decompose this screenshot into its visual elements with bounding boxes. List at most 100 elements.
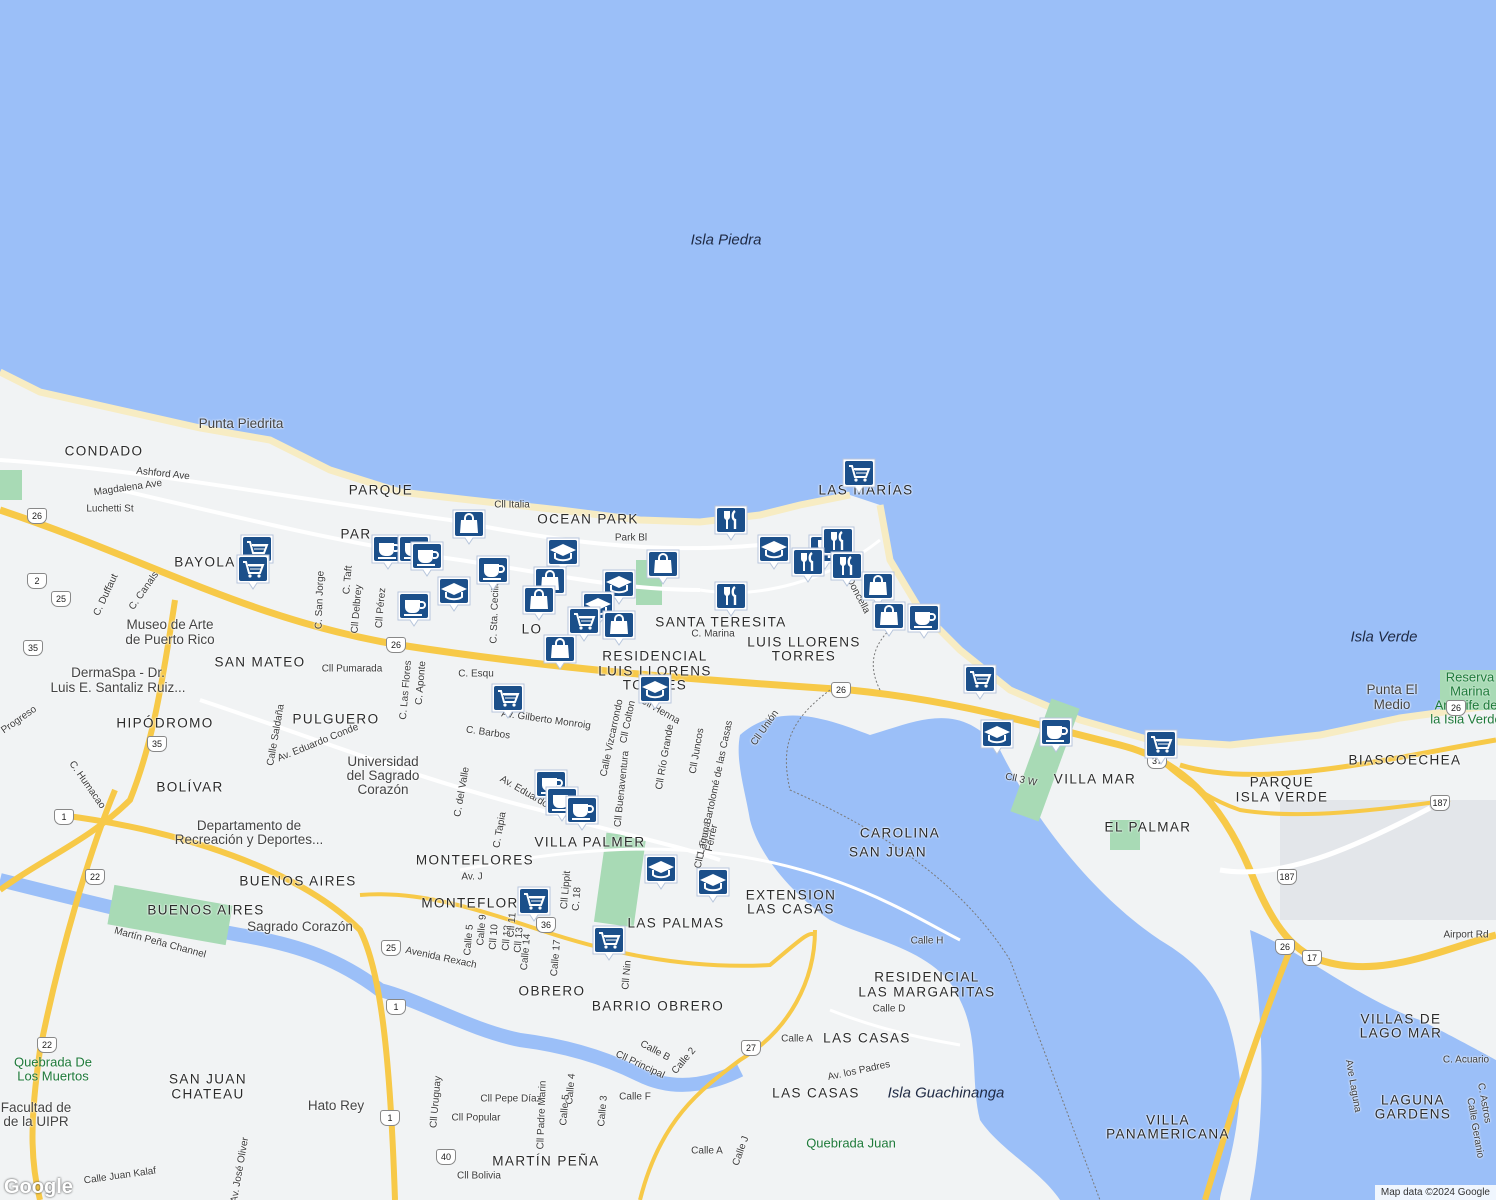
water-label: Isla Guachinanga (887, 1084, 1005, 1102)
highway-shield: 17 (1302, 950, 1322, 966)
cart-icon[interactable] (515, 885, 553, 923)
water-label: Isla Piedra (690, 231, 762, 249)
highway-shield: 187 (1430, 795, 1450, 811)
street-label: Park Bl (614, 532, 648, 544)
neighborhood-label: LO (521, 621, 543, 637)
bag-icon[interactable] (870, 600, 908, 638)
place-label: Recreación y Deportes... (174, 832, 324, 847)
bag-icon[interactable] (600, 609, 638, 647)
coffee-icon[interactable] (395, 590, 433, 628)
highway-shield: 1 (54, 809, 74, 825)
bag-icon[interactable] (644, 548, 682, 586)
place-label: de la UIPR (3, 1114, 69, 1129)
highway-shield: 26 (386, 637, 406, 653)
highway-shield: 26 (1275, 939, 1295, 955)
coffee-icon[interactable] (474, 554, 512, 592)
bag-icon[interactable] (450, 508, 488, 546)
highway-shield: 27 (741, 1040, 761, 1056)
highway-shield: 22 (37, 1037, 57, 1053)
park (0, 470, 22, 500)
fork-knife-icon[interactable] (712, 504, 750, 542)
highway-shield: 187 (1277, 869, 1297, 885)
neighborhood-label: VILLAS DE (1360, 1011, 1442, 1027)
street-label: Cll Pumarada (321, 663, 383, 675)
street-label: Calle A (691, 1145, 723, 1157)
neighborhood-label: TORRES (771, 648, 837, 664)
street-label: Cll Bolivia (457, 1170, 501, 1182)
street-label: C. Acuario (1442, 1054, 1490, 1066)
graduation-cap-icon[interactable] (636, 673, 674, 711)
park-label: Quebrada De (13, 1054, 93, 1070)
fork-knife-icon[interactable] (789, 546, 827, 584)
cart-icon[interactable] (961, 663, 999, 701)
place-label: DermaSpa - Dr. (71, 665, 165, 680)
neighborhood-label: LAS CASAS (823, 1030, 911, 1046)
coffee-icon[interactable] (563, 794, 601, 832)
highway-shield: 26 (27, 508, 47, 524)
street-label: Luchetti St (86, 503, 134, 515)
place-label: Medio (1373, 697, 1411, 712)
neighborhood-label: BIASCOECHEA (1348, 752, 1462, 768)
neighborhood-label: LAGO MAR (1359, 1025, 1443, 1041)
graduation-cap-icon[interactable] (435, 575, 473, 613)
bag-icon[interactable] (541, 633, 579, 671)
cart-icon[interactable] (1142, 728, 1180, 766)
highway-shield: 35 (23, 640, 43, 656)
highway-shield: 25 (51, 591, 71, 607)
neighborhood-label: BOLÍVAR (156, 779, 224, 795)
neighborhood-label: HIPÓDROMO (116, 715, 214, 731)
neighborhood-label: RESIDENCIAL (874, 969, 980, 985)
graduation-cap-icon[interactable] (978, 718, 1016, 756)
cart-icon[interactable] (489, 682, 527, 720)
highway-shield: 35 (147, 736, 167, 752)
graduation-cap-icon[interactable] (642, 853, 680, 891)
neighborhood-label: LUIS LLORENS (747, 634, 861, 650)
neighborhood-label: PULGUERO (292, 711, 380, 727)
google-logo: Google (4, 1176, 73, 1198)
street-label: C. Esqu (458, 668, 494, 680)
cart-icon[interactable] (590, 924, 628, 962)
fork-knife-icon[interactable] (712, 580, 750, 618)
map-canvas[interactable]: Isla Piedra Isla Verde Isla Guachinanga CON… (0, 0, 1496, 1200)
map-attribution[interactable]: Map data ©2024 Google (1374, 1185, 1496, 1200)
water-label: Isla Verde (1350, 628, 1418, 646)
neighborhood-label: SAN MATEO (214, 654, 306, 670)
neighborhood-label: PARQUE (348, 482, 414, 498)
neighborhood-label: PANAMERICANA (1106, 1126, 1230, 1142)
street-label: Calle H (910, 935, 944, 947)
street-label: Calle D (872, 1003, 906, 1015)
neighborhood-label: ISLA VERDE (1235, 789, 1329, 805)
neighborhood-label: LAS MARGARITAS (858, 984, 996, 1000)
park-label: Marina (1450, 683, 1490, 699)
place-label: Corazón (357, 782, 409, 797)
boundary-label: SAN JUAN (849, 844, 927, 860)
neighborhood-label: SAN JUAN (169, 1071, 247, 1087)
neighborhood-label: PAR (340, 526, 372, 542)
boundary-label: CAROLINA (859, 825, 941, 841)
neighborhood-label: EXTENSION (745, 887, 837, 903)
coffee-icon[interactable] (1037, 716, 1075, 754)
neighborhood-label: BUENOS AIRES (239, 873, 357, 889)
neighborhood-label: LAGUNA (1381, 1092, 1445, 1108)
neighborhood-label: BUENOS AIRES (147, 902, 265, 918)
place-label: de Puerto Rico (125, 632, 215, 647)
street-label: Cll Italia (494, 499, 530, 511)
neighborhood-label: CHATEAU (171, 1086, 245, 1102)
coffee-icon[interactable] (408, 540, 446, 578)
park-label: Quebrada Juan (806, 1135, 896, 1151)
place-label: Punta El (1366, 682, 1418, 697)
cart-icon[interactable] (234, 553, 272, 591)
cart-icon[interactable] (840, 457, 878, 495)
highway-shield: 22 (85, 869, 105, 885)
street-label: Airport Rd (1443, 929, 1489, 941)
street-label: C. San Jorge (313, 570, 327, 630)
graduation-cap-icon[interactable] (694, 866, 732, 904)
street-label: Cll Popular (451, 1112, 501, 1124)
street-label: C. 18 (570, 886, 584, 912)
neighborhood-label: LAS CASAS (747, 901, 835, 917)
coffee-icon[interactable] (905, 602, 943, 640)
neighborhood-label: VILLA MAR (1053, 771, 1137, 787)
graduation-cap-icon[interactable] (755, 533, 793, 571)
bag-icon[interactable] (520, 584, 558, 622)
park-label: Reserva (1445, 669, 1495, 685)
